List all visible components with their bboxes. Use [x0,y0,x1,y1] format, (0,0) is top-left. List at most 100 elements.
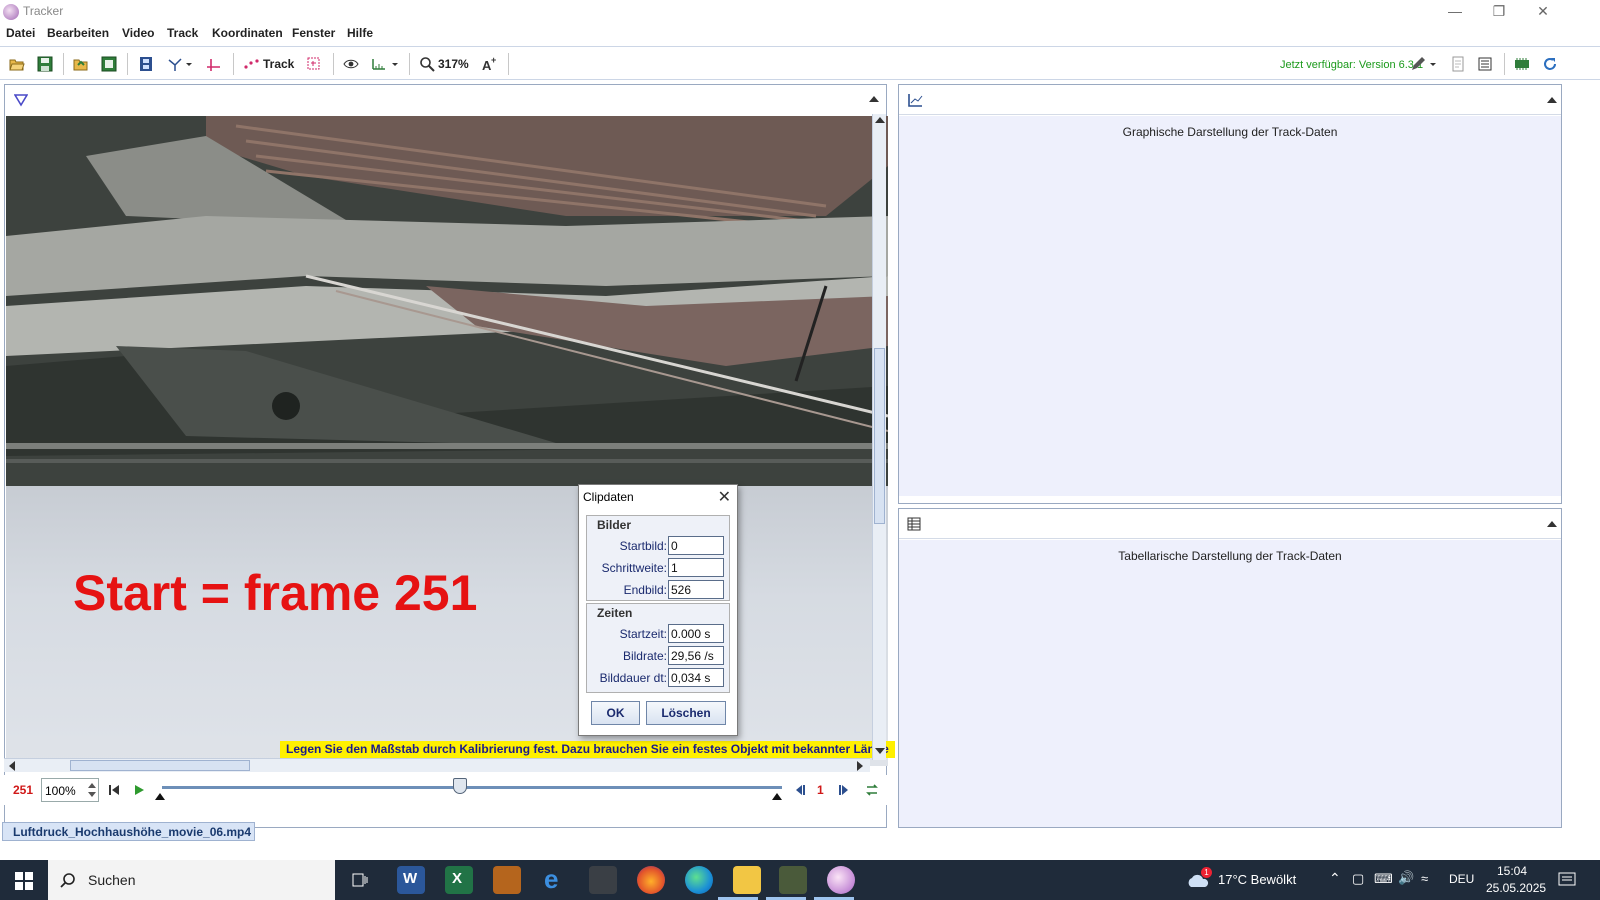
tracker-taskbar-icon[interactable] [827,866,855,894]
frame-slider-thumb[interactable] [452,778,467,794]
plot-area[interactable]: Graphische Darstellung der Track-Daten [899,116,1561,496]
export-button[interactable] [101,54,117,74]
end-marker-icon[interactable] [772,792,782,800]
tool-app-icon[interactable] [493,866,521,894]
ok-button[interactable]: OK [591,701,640,725]
startbild-label: Startbild: [619,539,667,553]
spinner-arrows-icon[interactable] [88,781,96,799]
notes-button[interactable] [1450,54,1466,74]
menu-koordinaten[interactable]: Koordinaten [212,26,283,40]
menu-bearbeiten[interactable]: Bearbeiten [47,26,109,40]
weather-badge: 1 [1201,867,1212,878]
step-forward-icon[interactable] [838,784,850,796]
clip-settings-dialog: Clipdaten ✕ Bilder Startbild: 0 Schrittw… [578,484,738,736]
taskbar-search[interactable]: Suchen [48,860,335,900]
speaker-icon[interactable]: 🔊 [1398,870,1414,886]
schrittweite-input[interactable]: 1 [668,558,724,577]
playback-rate-spinner[interactable]: 100% [41,778,99,802]
excel-app-icon[interactable]: X [445,866,473,894]
update-available-link[interactable]: Jetzt verfügbar: Version 6.3.1 [1280,59,1423,71]
internet-explorer-icon[interactable]: e [541,864,569,894]
step-size[interactable]: 1 [817,783,824,797]
axes-button[interactable] [205,54,221,74]
menu-datei[interactable]: Datei [6,26,35,40]
meet-icon[interactable]: ▢ [1352,871,1364,887]
dialog-close-icon[interactable]: ✕ [718,487,731,507]
loop-icon[interactable] [865,783,879,797]
menu-video[interactable]: Video [122,26,154,40]
startbild-input[interactable]: 0 [668,536,724,555]
scroll-left-icon[interactable] [8,761,16,771]
folder-open-icon [9,59,25,71]
measuring-tools-button[interactable] [371,54,399,74]
task-view-icon[interactable] [351,872,369,888]
bildrate-row: Bildrate: 29,56 /s [587,646,731,666]
memory-button[interactable] [1514,54,1530,74]
edge-icon[interactable] [685,866,713,894]
maximize-arrow-icon[interactable] [1547,520,1557,528]
horizontal-scroll-thumb[interactable] [70,760,250,771]
notification-center-icon[interactable] [1558,872,1576,888]
start-marker-icon[interactable] [155,792,165,800]
minimize-button[interactable]: — [1432,0,1478,24]
open-file-button[interactable] [9,54,25,74]
zoom-button[interactable]: 317% [419,54,469,74]
restore-button[interactable]: ❐ [1476,0,1522,24]
open-video-button[interactable] [73,54,89,74]
visibility-button[interactable] [343,54,359,74]
firefox-icon[interactable] [637,866,665,894]
app-icon[interactable] [589,866,617,894]
word-app-icon[interactable]: W [397,866,425,894]
rewind-to-start-icon[interactable] [108,784,120,796]
description-button[interactable] [1477,54,1493,74]
close-window-button[interactable]: ✕ [1520,0,1566,24]
create-track-button[interactable]: Track [243,54,294,74]
font-size-button[interactable]: A + [481,54,497,74]
windows-start-icon[interactable] [15,872,33,890]
plot-chart-icon[interactable] [907,93,923,107]
chevron-up-icon[interactable]: ⌃ [1329,870,1341,887]
scroll-up-icon[interactable] [875,116,885,124]
track-control-button[interactable] [306,54,322,74]
menu-fenster[interactable]: Fenster [292,26,335,40]
delete-button[interactable]: Löschen [646,701,726,725]
maximize-arrow-icon[interactable] [869,95,879,103]
menu-track[interactable]: Track [167,26,198,40]
endbild-input[interactable]: 526 [668,580,724,599]
refresh-button[interactable] [1542,54,1558,74]
file-explorer-icon[interactable] [733,866,761,894]
wifi-icon[interactable]: ≈ [1421,871,1428,886]
ceiling-image [6,116,888,486]
video-horizontal-scrollbar[interactable] [4,758,870,772]
pencil-menu-button[interactable] [1410,54,1438,74]
clock-time[interactable]: 15:04 [1497,864,1527,878]
input-method-icon[interactable]: ⌨ [1374,871,1393,887]
calibration-tools-button[interactable] [167,54,193,74]
svg-text:+: + [491,56,496,65]
table-area[interactable]: Tabellarische Darstellung der Track-Date… [899,540,1561,827]
save-button[interactable] [37,54,53,74]
weather-text[interactable]: 17°C Bewölkt [1218,872,1296,887]
video-view[interactable] [6,116,888,766]
search-label: Suchen [88,872,136,888]
scroll-down-icon[interactable] [875,747,885,755]
bildrate-input[interactable]: 29,56 /s [668,646,724,665]
clock-date[interactable]: 25.05.2025 [1486,881,1546,895]
play-icon[interactable] [133,784,145,796]
startzeit-input[interactable]: 0.000 s [668,624,724,643]
video-vertical-scrollbar[interactable] [872,114,886,760]
scroll-right-icon[interactable] [856,761,864,771]
frame-slider-track[interactable] [162,786,782,789]
bilddauer-input[interactable]: 0,034 s [668,668,724,687]
clip-settings-button[interactable] [138,54,154,74]
vertical-scroll-thumb[interactable] [874,348,885,524]
step-back-icon[interactable] [794,784,806,796]
window-title: Tracker [23,4,64,18]
language-indicator[interactable]: DEU [1449,872,1474,886]
table-icon[interactable] [907,517,921,531]
video-file-tab[interactable]: Luftdruck_Hochhaushöhe_movie_06.mp4 [2,822,255,841]
maximize-arrow-icon[interactable] [1547,96,1557,104]
menu-hilfe[interactable]: Hilfe [347,26,373,40]
filter-triangle-icon[interactable] [14,93,28,107]
media-app-icon[interactable] [779,866,807,894]
